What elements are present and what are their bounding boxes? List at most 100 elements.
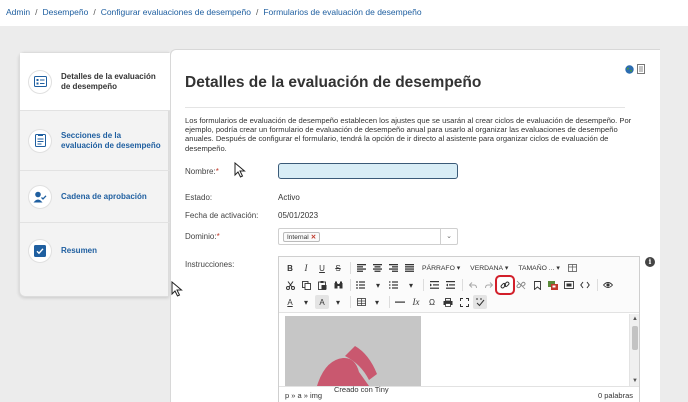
mouse-pointer-icon <box>234 162 246 178</box>
toolbar-separator <box>597 279 598 291</box>
wizard-sidebar: Detalles de la evaluación de desempeño S… <box>19 52 170 297</box>
undo-icon <box>469 281 477 288</box>
table-menu-button[interactable] <box>354 295 368 309</box>
breadcrumb-configure[interactable]: Configurar evaluaciones de desempeño <box>101 7 251 17</box>
cut-button[interactable] <box>283 278 297 292</box>
insert-image-button[interactable] <box>546 278 560 292</box>
breadcrumb-current: Formularios de evaluación de desempeño <box>263 7 422 17</box>
paste-button[interactable] <box>315 278 329 292</box>
chevron-down-icon: ▾ <box>456 265 461 272</box>
embedded-image[interactable] <box>285 316 421 386</box>
numbered-list-button[interactable] <box>387 278 402 292</box>
table-button[interactable] <box>566 261 580 275</box>
underline-button[interactable]: U <box>315 261 329 275</box>
instructions-label: Instrucciones: <box>185 260 235 269</box>
document-list-icon <box>34 134 46 147</box>
info-icon[interactable]: i <box>645 257 655 267</box>
font-size-dropdown[interactable]: TAMAÑO ... ▾ <box>514 261 563 275</box>
sidebar-item-approval[interactable]: Cadena de aprobación <box>20 171 170 223</box>
editor-branding[interactable]: Creado con Tiny <box>334 385 389 394</box>
align-left-button[interactable] <box>354 261 368 275</box>
editor-toolbar: B I U S PÁRRAFO ▾ VERDANA ▾ TAMAÑO ... ▾ <box>279 257 639 313</box>
spellcheck-button[interactable] <box>473 295 487 309</box>
bullet-list-dropdown[interactable]: ▾ <box>371 278 385 292</box>
text-color-button[interactable]: A <box>283 295 297 309</box>
domain-select[interactable]: Internal ✕ ⌄ <box>278 228 458 245</box>
background-color-dropdown[interactable]: ▾ <box>331 295 345 309</box>
sidebar-item-label: Secciones de la evaluación de desempeño <box>61 130 161 150</box>
find-button[interactable] <box>331 278 345 292</box>
insert-link-button[interactable] <box>495 275 515 295</box>
user-approval-icon <box>33 191 47 202</box>
strikethrough-button[interactable]: S <box>331 261 345 275</box>
sidebar-item-label: Cadena de aprobación <box>61 191 147 201</box>
sidebar-item-icon-wrap <box>28 184 52 209</box>
align-justify-button[interactable] <box>402 261 416 275</box>
align-left-icon <box>356 264 366 272</box>
italic-button[interactable]: I <box>299 261 313 275</box>
undo-button[interactable] <box>466 278 480 292</box>
scroll-down-icon[interactable]: ▼ <box>632 378 638 384</box>
redo-button[interactable] <box>482 278 496 292</box>
redo-icon <box>485 281 493 288</box>
toolbar-row: A ▾ A ▾ ▾ Ix Ω <box>283 294 489 310</box>
chevron-down-icon[interactable]: ⌄ <box>440 229 457 244</box>
copy-button[interactable] <box>299 278 313 292</box>
editor-content[interactable] <box>279 314 639 386</box>
unlink-button[interactable] <box>514 278 528 292</box>
indent-button[interactable] <box>443 278 457 292</box>
spellcheck-icon <box>476 298 485 306</box>
align-right-button[interactable] <box>386 261 400 275</box>
binoculars-icon <box>334 281 342 289</box>
name-input[interactable] <box>278 163 458 179</box>
document-icon[interactable] <box>637 61 645 79</box>
globe-icon[interactable] <box>625 61 634 79</box>
table-icon <box>568 264 578 272</box>
printer-icon <box>443 297 453 307</box>
status-label: Estado: <box>185 193 213 202</box>
activation-date-label: Fecha de activación: <box>185 211 259 220</box>
insert-media-button[interactable] <box>562 278 576 292</box>
clear-formatting-button[interactable]: Ix <box>409 295 423 309</box>
link-icon <box>500 281 510 289</box>
special-character-button[interactable]: Ω <box>425 295 439 309</box>
sidebar-item-icon-wrap <box>28 239 52 263</box>
chevron-down-icon: ▾ <box>504 265 509 272</box>
editor-scrollbar[interactable]: ▲ ▼ <box>629 314 639 386</box>
sidebar-item-icon-wrap <box>28 69 52 94</box>
numbered-list-dropdown[interactable]: ▾ <box>404 278 418 292</box>
print-button[interactable] <box>441 295 455 309</box>
scroll-up-icon[interactable]: ▲ <box>632 316 638 322</box>
indent-icon <box>445 281 455 289</box>
fullscreen-button[interactable] <box>457 295 471 309</box>
outdent-button[interactable] <box>427 278 441 292</box>
page-description: Los formularios de evaluación de desempe… <box>185 116 632 153</box>
font-family-dropdown[interactable]: VERDANA ▾ <box>466 261 512 275</box>
source-code-button[interactable] <box>578 278 592 292</box>
sidebar-item-summary[interactable]: Resumen <box>20 223 170 279</box>
text-color-dropdown[interactable]: ▾ <box>299 295 313 309</box>
bullet-list-button[interactable] <box>354 278 369 292</box>
paragraph-dropdown[interactable]: PÁRRAFO ▾ <box>418 261 464 275</box>
horizontal-rule-button[interactable] <box>393 295 407 309</box>
breadcrumb-separator: / <box>93 7 96 17</box>
sidebar-item-sections[interactable]: Secciones de la evaluación de desempeño <box>20 111 170 171</box>
bold-button[interactable]: B <box>283 261 297 275</box>
word-count: 0 palabras <box>597 391 633 400</box>
toolbar-separator <box>389 296 390 308</box>
preview-button[interactable] <box>601 278 615 292</box>
table-menu-dropdown[interactable]: ▾ <box>370 295 384 309</box>
scroll-thumb[interactable] <box>632 326 638 350</box>
background-color-button[interactable]: A <box>315 295 329 309</box>
scissors-icon <box>285 280 295 290</box>
status-value: Activo <box>278 193 300 202</box>
breadcrumb-admin[interactable]: Admin <box>6 7 30 17</box>
bookmark-button[interactable] <box>530 278 544 292</box>
sidebar-item-details[interactable]: Detalles de la evaluación de desempeño <box>20 53 170 111</box>
toolbar-separator <box>423 279 424 291</box>
breadcrumb-performance[interactable]: Desempeño <box>42 7 88 17</box>
element-path[interactable]: p » a » img <box>285 391 322 400</box>
remove-tag-icon[interactable]: ✕ <box>311 234 316 241</box>
image-icon <box>548 280 558 290</box>
align-center-button[interactable] <box>370 261 384 275</box>
